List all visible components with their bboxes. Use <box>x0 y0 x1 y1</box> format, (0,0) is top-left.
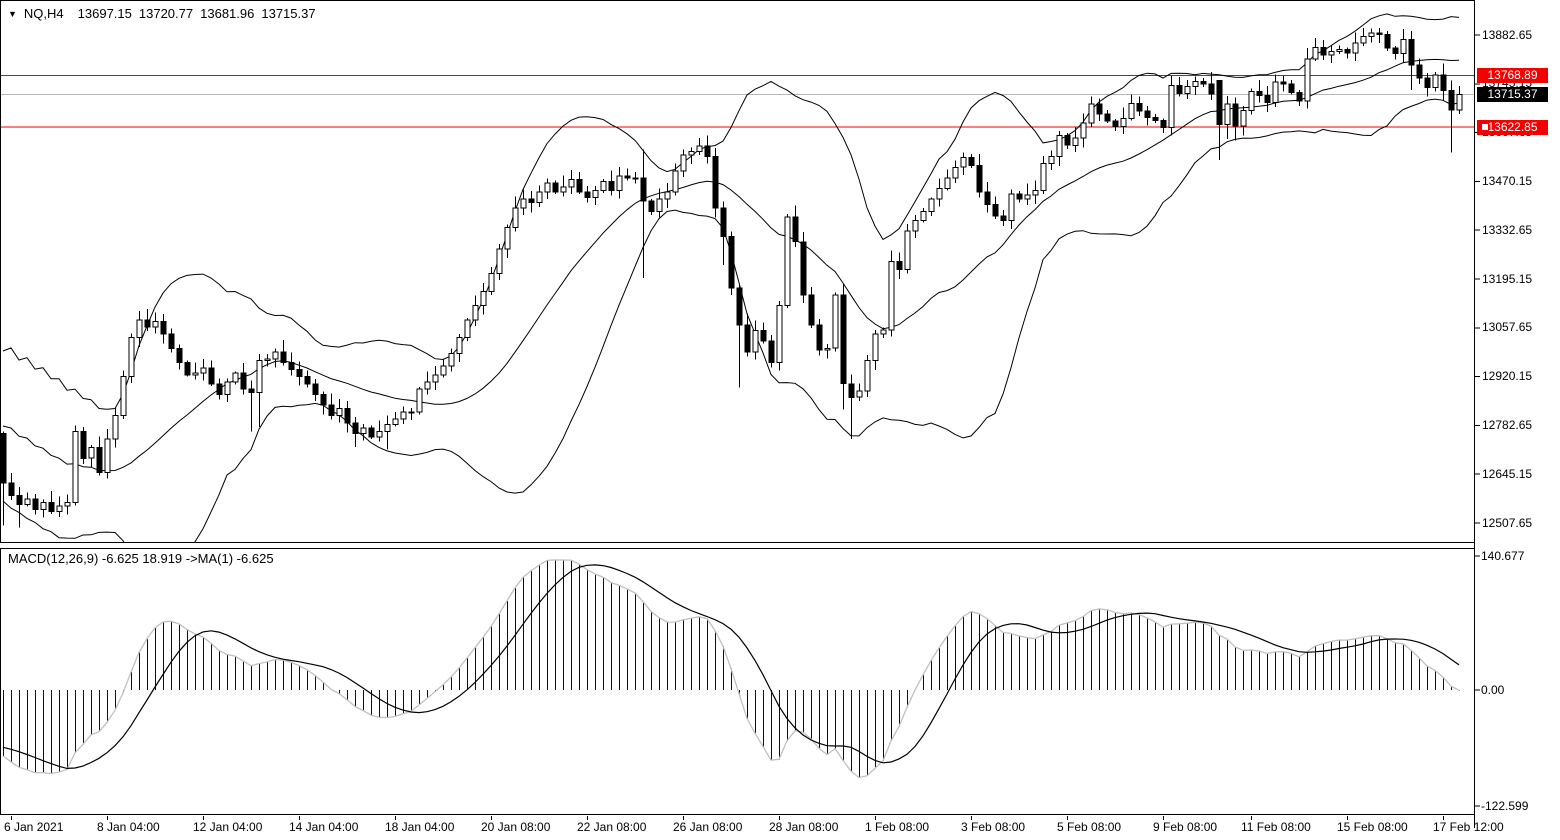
macd-tick-label: 140.677 <box>1481 549 1524 564</box>
hline-anchor-marker[interactable] <box>1481 123 1489 131</box>
symbol-dropdown-icon[interactable]: ▼ <box>8 9 17 19</box>
time-axis-label: 20 Jan 08:00 <box>481 820 550 835</box>
macd-tick-label: 0.00 <box>1481 683 1504 698</box>
price-tick-label: 13882.65 <box>1482 28 1532 43</box>
time-axis-label: 15 Feb 08:00 <box>1337 820 1408 835</box>
symbol-period-label: NQ,H4 <box>24 6 64 21</box>
price-tick-label: 12920.15 <box>1482 369 1532 384</box>
price-tick-label: 12782.65 <box>1482 418 1532 433</box>
macd-indicator-label: MACD(12,26,9) -6.625 18.919 ->MA(1) -6.6… <box>8 551 274 566</box>
time-axis-label: 18 Jan 04:00 <box>385 820 454 835</box>
time-axis-label: 11 Feb 08:00 <box>1241 820 1311 835</box>
price-tick-label: 13057.65 <box>1482 320 1532 335</box>
resistance-price-badge: 13768.89 <box>1477 68 1548 83</box>
time-axis-label: 17 Feb 12:00 <box>1433 820 1504 835</box>
open-value: 13697.15 <box>78 6 132 21</box>
time-axis-label: 3 Feb 08:00 <box>961 820 1025 835</box>
macd-pane <box>3 560 1460 778</box>
current-price-badge: 13715.37 <box>1477 87 1548 102</box>
time-axis-label: 22 Jan 08:00 <box>577 820 646 835</box>
time-axis-label: 8 Jan 04:00 <box>97 820 160 835</box>
time-axis-label: 26 Jan 08:00 <box>673 820 742 835</box>
time-axis-label: 6 Jan 2021 <box>4 820 63 835</box>
time-axis-label: 1 Feb 08:00 <box>865 820 929 835</box>
time-axis-label: 12 Jan 04:00 <box>193 820 262 835</box>
mt4-chart-window: 13882.6513745.1513607.6513470.1513332.65… <box>0 0 1560 840</box>
chart-canvas[interactable] <box>0 0 1560 840</box>
close-value: 13715.37 <box>261 6 315 21</box>
low-value: 13681.96 <box>200 6 254 21</box>
time-axis-label: 9 Feb 08:00 <box>1153 820 1217 835</box>
price-tick-label: 12507.65 <box>1482 516 1532 531</box>
chart-ohlc-header: ▼ NQ,H4 13697.15 13720.77 13681.96 13715.37 <box>8 6 323 21</box>
high-value: 13720.77 <box>139 6 193 21</box>
price-pane <box>1 14 1474 579</box>
time-axis-label: 28 Jan 08:00 <box>769 820 838 835</box>
price-tick-label: 13195.15 <box>1482 272 1532 287</box>
time-axis-label: 14 Jan 04:00 <box>289 820 358 835</box>
macd-tick-label: -122.599 <box>1481 799 1528 814</box>
time-axis-label: 5 Feb 08:00 <box>1057 820 1121 835</box>
price-tick-label: 13470.15 <box>1482 174 1532 189</box>
price-tick-label: 13332.65 <box>1482 223 1532 238</box>
price-tick-label: 12645.15 <box>1482 467 1532 482</box>
